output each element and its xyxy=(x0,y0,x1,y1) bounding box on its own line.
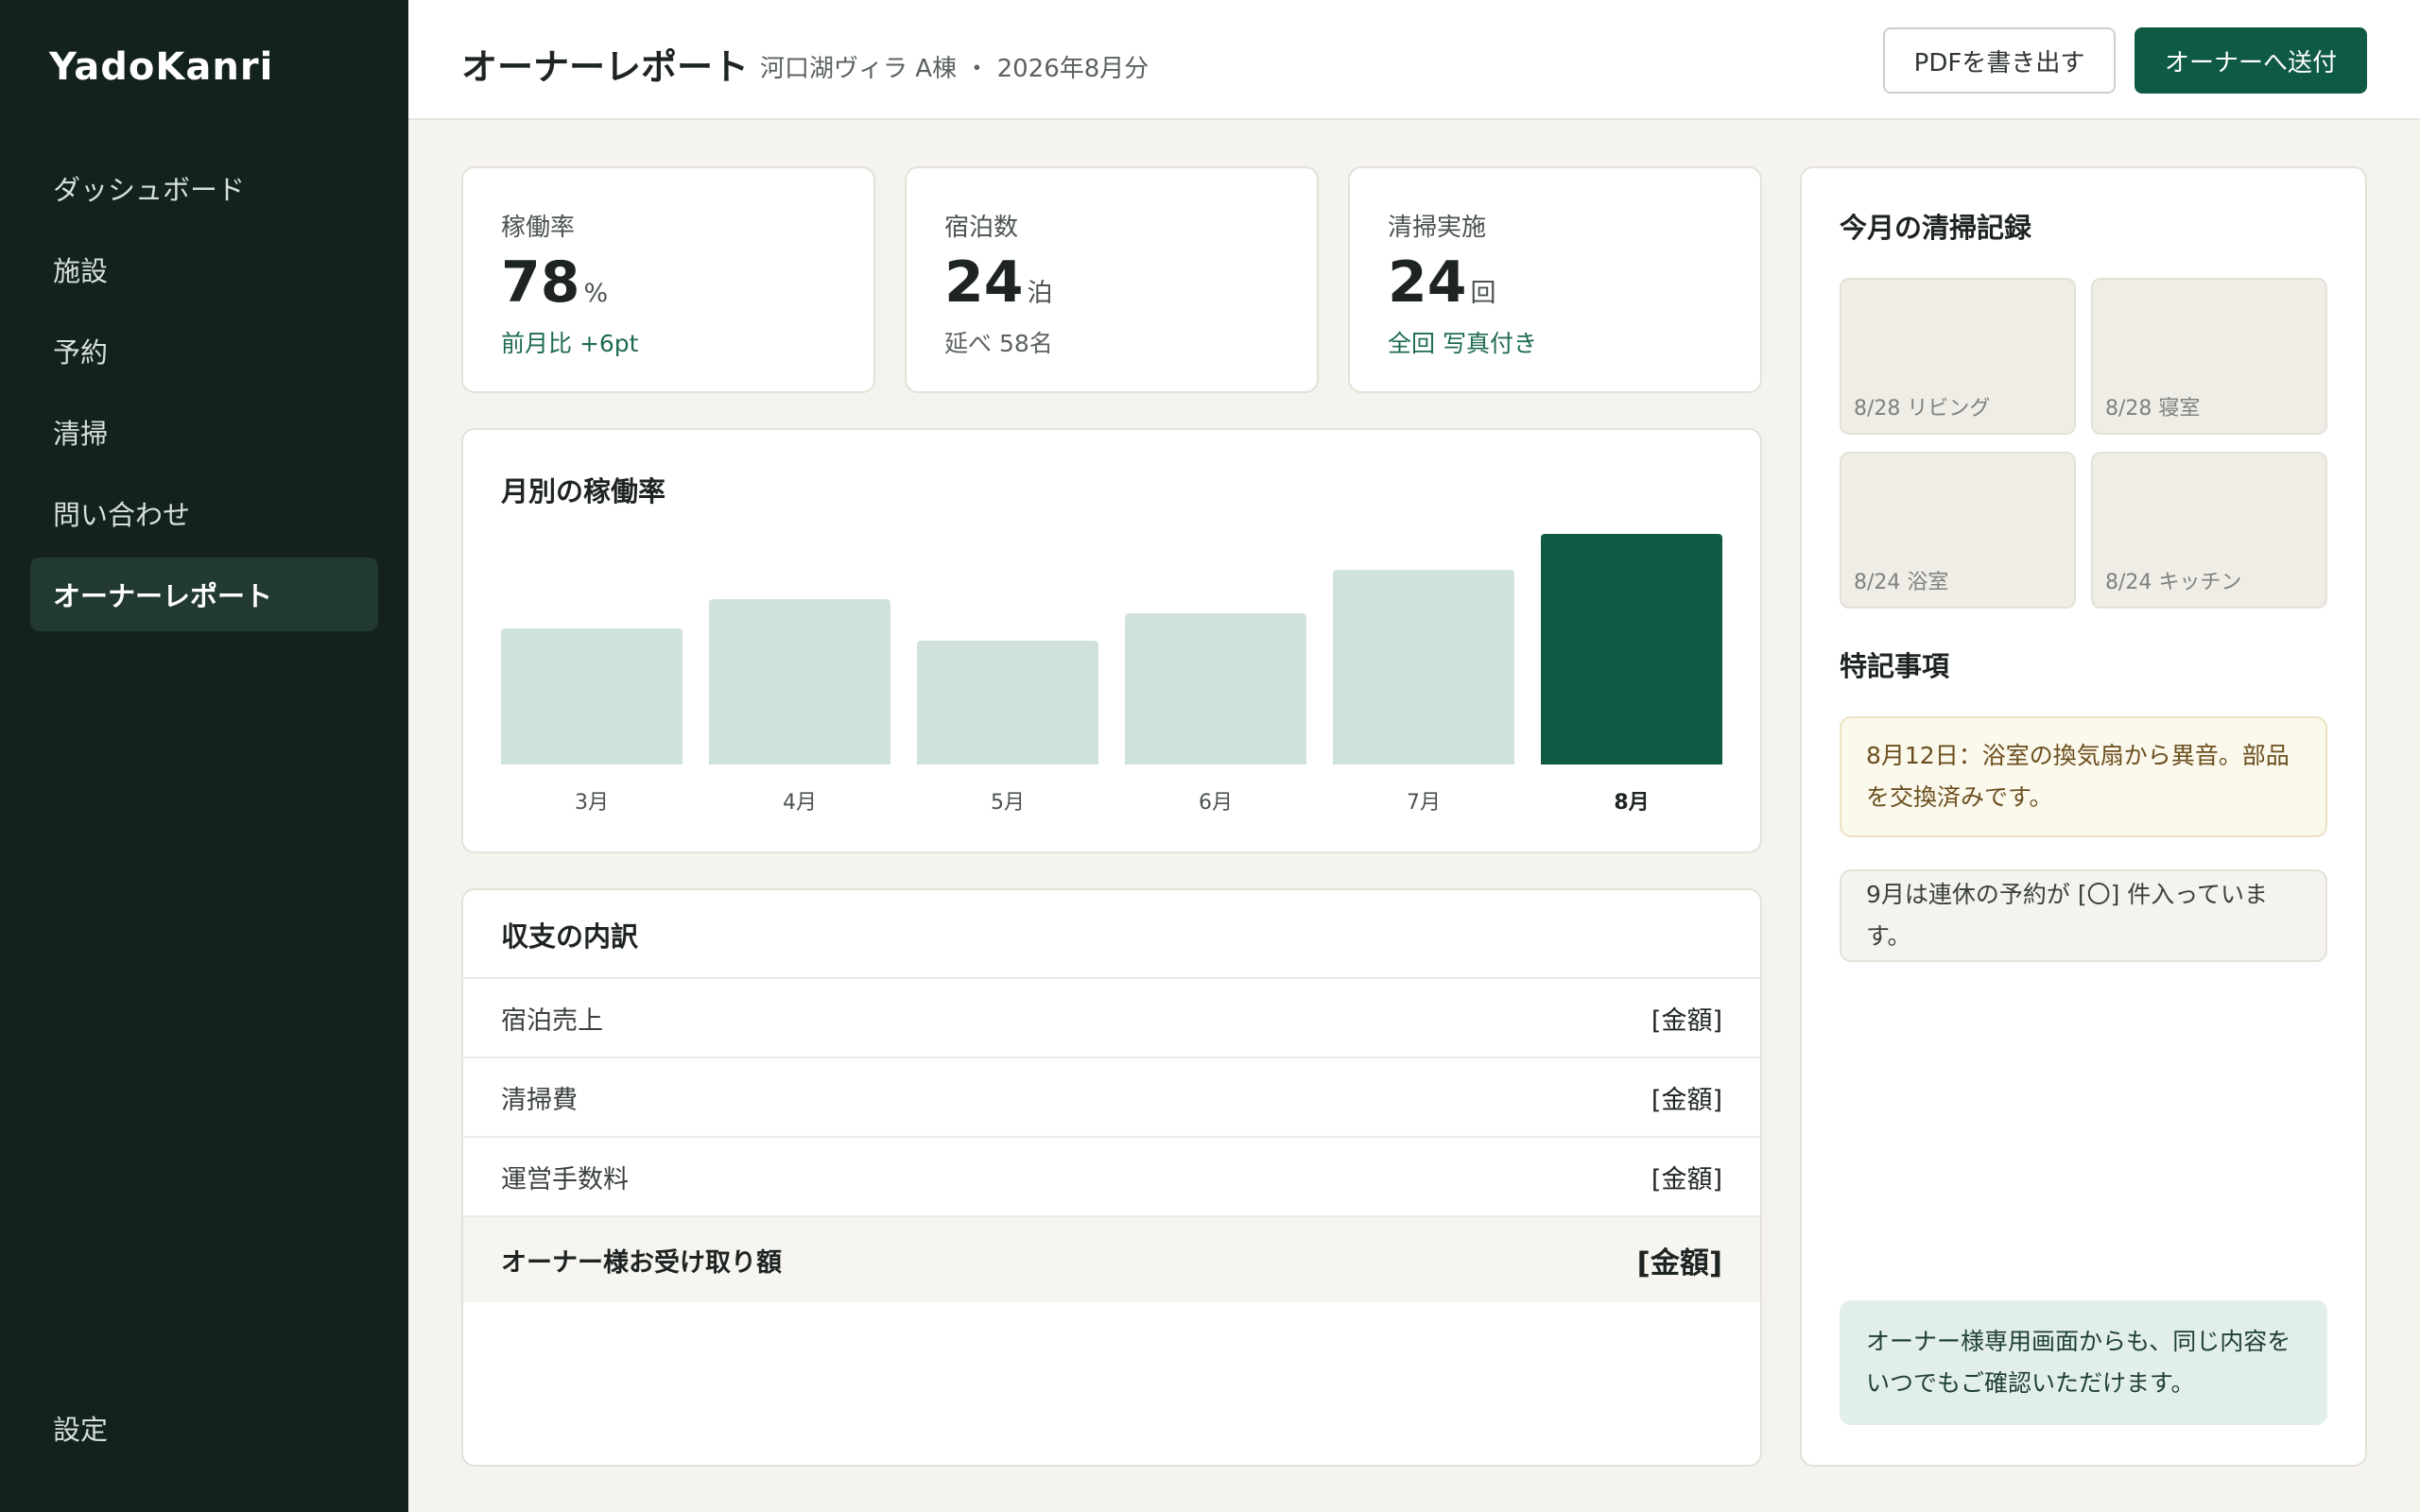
chart-bar xyxy=(1125,613,1306,765)
photo-caption: 8/28 リビング xyxy=(1854,397,1991,421)
sidebar-item-dashboard[interactable]: ダッシュボード xyxy=(30,151,378,225)
remark-note-info: 9月は連休の予約が [〇] 件入っています。 xyxy=(1840,869,2327,962)
chart-bar xyxy=(917,641,1098,765)
chart-bar xyxy=(1541,534,1722,765)
sidebar-item-facilities[interactable]: 施設 xyxy=(30,232,378,306)
sidebar-item-reservations[interactable]: 予約 xyxy=(30,314,378,387)
stat-card-nights: 宿泊数 24 泊 延べ 58名 xyxy=(905,166,1319,393)
cleaning-photo[interactable]: 8/28 リビング xyxy=(1840,278,2076,435)
page-header: オーナーレポート 河口湖ヴィラ A棟 ・ 2026年8月分 PDFを書き出す オ… xyxy=(408,0,2420,120)
chart-x-tick-label: 5月 xyxy=(991,791,1025,815)
stat-card-occupancy: 稼働率 78% 前月比 +6pt xyxy=(461,166,875,393)
cleaning-photo[interactable]: 8/24 キッチン xyxy=(2091,452,2327,609)
stat-number: 78 xyxy=(501,249,580,316)
sidebar-item-owner-report[interactable]: オーナーレポート xyxy=(30,558,378,631)
cleaning-records-title: 今月の清掃記録 xyxy=(1840,212,2032,244)
stat-label: 宿泊数 xyxy=(944,214,1019,242)
finance-row-label: 宿泊売上 xyxy=(501,1005,603,1036)
page-title: オーナーレポート xyxy=(461,46,750,88)
page-subtitle: 河口湖ヴィラ A棟 ・ 2026年8月分 xyxy=(760,55,1150,83)
stat-unit: 回 xyxy=(1470,279,1496,308)
stat-number: 24 xyxy=(1388,249,1467,316)
remark-note-warning: 8月12日：浴室の換気扇から異音。部品を交換済みです。 xyxy=(1840,716,2327,837)
stat-value: 78% xyxy=(501,249,608,316)
finance-row-label: 運営手数料 xyxy=(501,1164,629,1194)
chart-x-tick-label: 4月 xyxy=(783,791,817,815)
stat-label: 稼働率 xyxy=(501,214,576,242)
chart-x-tick-label: 7月 xyxy=(1407,791,1441,815)
occupancy-chart-card: 月別の稼働率 3月 4月 5月 6月 7月 8月 xyxy=(461,428,1762,853)
stat-label: 清掃実施 xyxy=(1388,214,1487,242)
finance-row: 運営手数料 [金額] xyxy=(463,1136,1760,1215)
chart-bar xyxy=(1333,570,1514,765)
finance-row: 清掃費 [金額] xyxy=(463,1057,1760,1136)
stat-card-cleanings: 清掃実施 24 回 全回 写真付き xyxy=(1348,166,1762,393)
finance-row-amount: [金額] xyxy=(1651,1005,1722,1036)
finance-row-label: 清掃費 xyxy=(501,1085,578,1115)
export-pdf-button[interactable]: PDFを書き出す xyxy=(1883,27,2116,94)
report-side-panel: 今月の清掃記録 8/28 リビング 8/28 寝室 8/24 浴室 8/24 キ… xyxy=(1800,166,2367,1467)
finance-row-amount: [金額] xyxy=(1651,1164,1722,1194)
stat-note: 延べ 58名 xyxy=(944,330,1053,357)
sidebar: YadoKanri ダッシュボード 施設 予約 清掃 問い合わせ オーナーレポー… xyxy=(0,0,408,1512)
sidebar-nav: ダッシュボード 施設 予約 清掃 問い合わせ オーナーレポート xyxy=(30,151,378,639)
finance-total-label: オーナー様お受け取り額 xyxy=(501,1247,782,1278)
finance-row-amount: [金額] xyxy=(1651,1085,1722,1115)
photo-caption: 8/28 寝室 xyxy=(2105,397,2201,421)
chart-bar xyxy=(501,628,683,765)
stat-value: 24 泊 xyxy=(944,249,1053,316)
photo-caption: 8/24 浴室 xyxy=(1854,571,1949,594)
photo-caption: 8/24 キッチン xyxy=(2105,571,2242,594)
chart-title: 月別の稼働率 xyxy=(501,475,666,507)
stat-note: 全回 写真付き xyxy=(1388,330,1537,357)
finance-title: 収支の内訳 xyxy=(501,920,639,953)
finance-breakdown-card: 収支の内訳 宿泊売上 [金額] 清掃費 [金額] 運営手数料 [金額] オーナー… xyxy=(461,888,1762,1467)
finance-total-amount: [金額] xyxy=(1636,1246,1722,1280)
stat-value: 24 回 xyxy=(1388,249,1496,316)
sidebar-item-settings[interactable]: 設定 xyxy=(53,1408,108,1448)
chart-x-tick-label: 3月 xyxy=(575,791,609,815)
cleaning-photo[interactable]: 8/24 浴室 xyxy=(1840,452,2076,609)
occupancy-bar-chart: 3月 4月 5月 6月 7月 8月 xyxy=(501,534,1722,815)
finance-row: 宿泊売上 [金額] xyxy=(463,977,1760,1057)
sidebar-item-cleaning[interactable]: 清掃 xyxy=(30,395,378,469)
owner-portal-note: オーナー様専用画面からも、同じ内容をいつでもご確認いただけます。 xyxy=(1840,1300,2327,1425)
stat-number: 24 xyxy=(944,249,1024,316)
cleaning-photo[interactable]: 8/28 寝室 xyxy=(2091,278,2327,435)
remarks-title: 特記事項 xyxy=(1840,650,1950,682)
chart-x-tick-label: 8月 xyxy=(1614,791,1650,815)
stat-unit: % xyxy=(583,279,609,308)
app-logo[interactable]: YadoKanri xyxy=(49,45,273,89)
stat-unit: 泊 xyxy=(1027,279,1053,308)
stat-note: 前月比 +6pt xyxy=(501,330,639,357)
send-to-owner-button[interactable]: オーナーへ送付 xyxy=(2135,27,2367,94)
sidebar-item-inquiries[interactable]: 問い合わせ xyxy=(30,476,378,550)
chart-x-tick-label: 6月 xyxy=(1199,791,1233,815)
chart-bar xyxy=(709,599,890,765)
finance-total-row: オーナー様お受け取り額 [金額] xyxy=(463,1215,1760,1302)
